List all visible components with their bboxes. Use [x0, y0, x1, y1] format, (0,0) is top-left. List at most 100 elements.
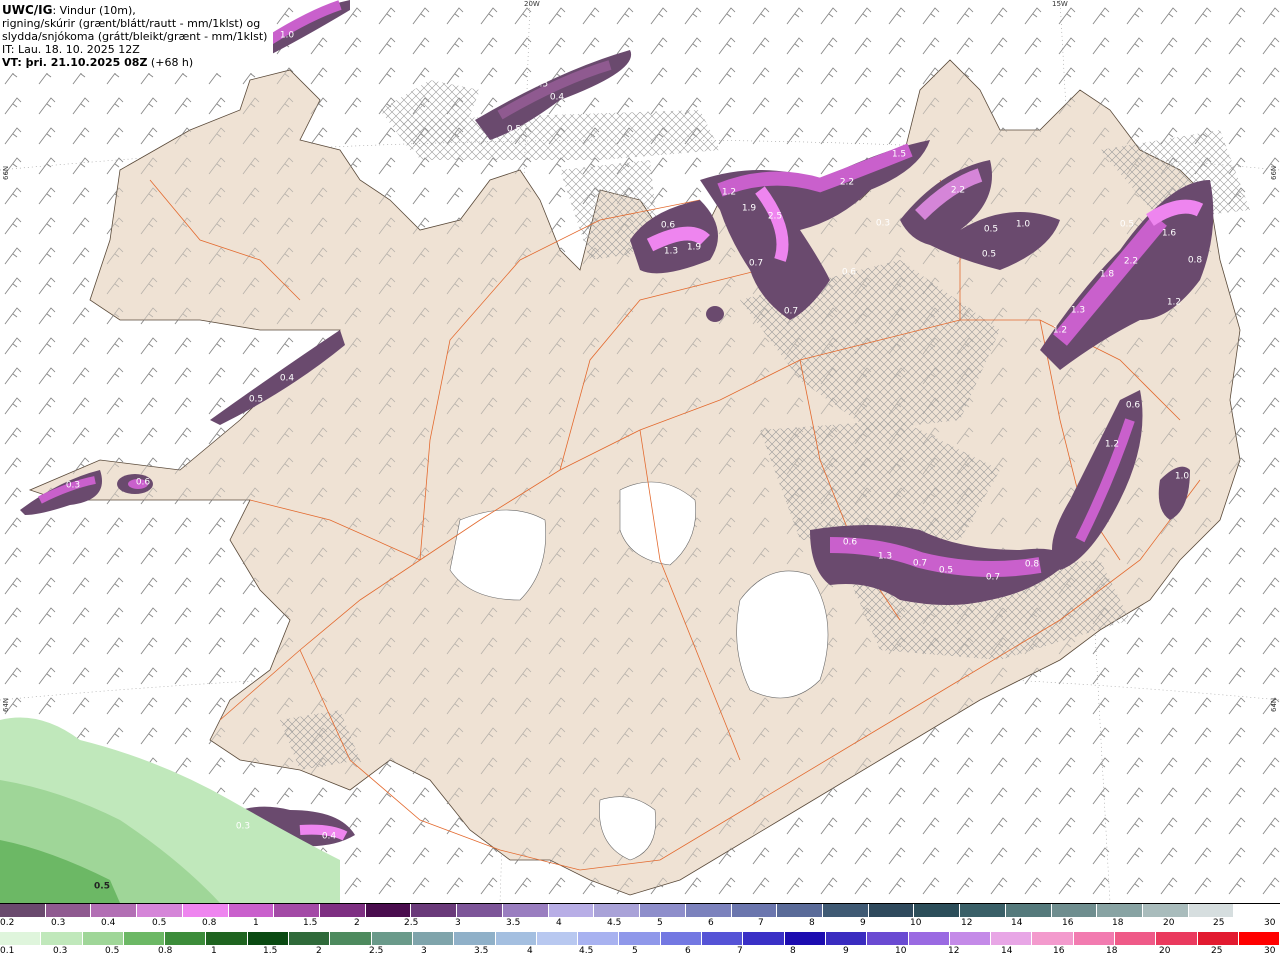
legend-tick-label: 14 [1011, 918, 1023, 928]
legend-swatch [454, 932, 496, 945]
legend-tick-label: 8 [809, 918, 815, 928]
legend-swatch [1051, 904, 1098, 917]
legend-swatch [82, 932, 124, 945]
legend-tick-label: 4.5 [607, 918, 622, 928]
latitude-label: 64N [2, 697, 10, 712]
legend-tick-label: 1.5 [263, 946, 278, 956]
legend-swatch [908, 932, 950, 945]
legend-tick-label: 5 [632, 946, 638, 956]
precip-label: 1.2 [1167, 298, 1181, 308]
header-line3: slydda/snjókoma (grátt/bleikt/grænt - mm… [2, 30, 268, 43]
legend-swatch [137, 904, 183, 917]
legend-swatch [1115, 932, 1157, 945]
precip-label: 1.3 [1071, 306, 1085, 316]
legend-tick-label: 8 [790, 946, 796, 956]
legend-rain-ticks: 0.1 0.3 0.5 0.8 1 1.5 2 2.5 3 3.5 4 4.5 5 6 7 8 9 10 12 14 1… [0, 946, 1280, 958]
legend-tick-label: 3.5 [474, 946, 489, 956]
legend-swatch [412, 932, 455, 945]
legend-tick-label: 25 [1213, 918, 1225, 928]
legend-tick-label: 1 [211, 946, 217, 956]
legend-swatch [960, 904, 1006, 917]
precip-label: 0.6 [136, 478, 151, 488]
legend-swatch [777, 904, 823, 917]
legend-swatch [784, 932, 826, 945]
precip-label: 1.9 [687, 243, 702, 253]
legend-tick-label: 0.2 [0, 918, 15, 928]
precip-label: 1.2 [1105, 440, 1119, 450]
precip-label: 0.3 [611, 36, 625, 46]
legend-swatch [1032, 932, 1074, 945]
legend-swatch [41, 932, 83, 945]
legend-swatch [0, 932, 42, 945]
legend-swatch [825, 932, 868, 945]
precip-label: 0.8 [1025, 560, 1040, 570]
legend-swatch [685, 904, 732, 917]
legend-tick-label: 9 [860, 918, 866, 928]
legend-snow-colorbar [0, 904, 1280, 917]
init-time: IT: Lau. 18. 10. 2025 12Z [2, 43, 140, 56]
precip-label: 0.5 [1120, 220, 1134, 230]
precip-label: 1.0 [1016, 220, 1031, 230]
forecast-offset: (+68 h) [147, 56, 194, 69]
legend-tick-label: 20 [1163, 918, 1175, 928]
legend-swatch [1005, 904, 1052, 917]
legend-tick-label: 30 [1264, 946, 1276, 956]
precip-label: 2.2 [840, 178, 854, 188]
legend-tick-label: 25 [1211, 946, 1223, 956]
legend-tick-label: 0.8 [158, 946, 173, 956]
latitude-label: 64N [1270, 697, 1278, 712]
legend-tick-label: 20 [1159, 946, 1171, 956]
precip-label: 0.7 [749, 259, 763, 269]
legend-swatch [1238, 932, 1280, 945]
legend-tick-label: 6 [708, 918, 714, 928]
legend-swatch [365, 904, 412, 917]
legend-snow-ticks: 0.2 0.3 0.4 0.5 0.8 1 1.5 2 2.5 3 3.5 4 4.5 5 6 7 8 9 10 12… [0, 918, 1280, 930]
legend-swatch [1073, 932, 1116, 945]
legend-swatch [731, 904, 778, 917]
legend-swatch [182, 904, 229, 917]
precip-label: 0.5 [534, 80, 548, 90]
legend-tick-label: 16 [1062, 918, 1074, 928]
legend-swatch [991, 932, 1033, 945]
legend-swatch [495, 932, 537, 945]
longitude-label: 15W [1052, 0, 1068, 8]
precip-label: 0.5 [982, 250, 996, 260]
legend-tick-label: 6 [685, 946, 691, 956]
legend-tick-label: 1.5 [303, 918, 318, 928]
precip-label: 0.4 [550, 93, 565, 103]
legend-tick-label: 0.3 [51, 918, 66, 928]
legend-swatch [165, 932, 207, 945]
precip-label: 2.2 [951, 186, 965, 196]
latitude-label: 66N [2, 165, 10, 180]
legend-tick-label: 0.4 [101, 918, 116, 928]
legend-swatch [45, 904, 92, 917]
precip-label: 0.5 [94, 882, 110, 892]
legend-swatch [289, 932, 331, 945]
legend-swatch [868, 904, 915, 917]
precip-label: 0.7 [784, 307, 798, 317]
legend-tick-label: 16 [1053, 946, 1065, 956]
precip-label: 1.0 [280, 31, 295, 41]
legend-swatch [536, 932, 579, 945]
precip-label: 0.3 [876, 219, 890, 229]
legend-tick-label: 4 [556, 918, 562, 928]
legend-swatch [914, 904, 961, 917]
precip-label: 0.3 [66, 481, 80, 491]
legend-swatch [578, 932, 620, 945]
legend-swatch [949, 932, 992, 945]
legend-tick-label: 18 [1112, 918, 1124, 928]
precip-label: 1.3 [664, 247, 678, 257]
legend-tick-label: 4.5 [579, 946, 594, 956]
precip-label: 0.6 [843, 538, 858, 548]
legend-tick-label: 2.5 [369, 946, 384, 956]
legend-tick-label: 10 [910, 918, 922, 928]
legend-swatch [1188, 904, 1235, 917]
precip-label: 0.5 [507, 125, 521, 135]
precip-label: 0.6 [842, 268, 857, 278]
precip-label: 0.7 [913, 559, 927, 569]
legend-swatch [1234, 904, 1280, 917]
legend-swatch [1197, 932, 1239, 945]
legend-tick-label: 1 [253, 918, 259, 928]
legend-tick-label: 2.5 [404, 918, 419, 928]
legend-tick-label: 9 [843, 946, 849, 956]
